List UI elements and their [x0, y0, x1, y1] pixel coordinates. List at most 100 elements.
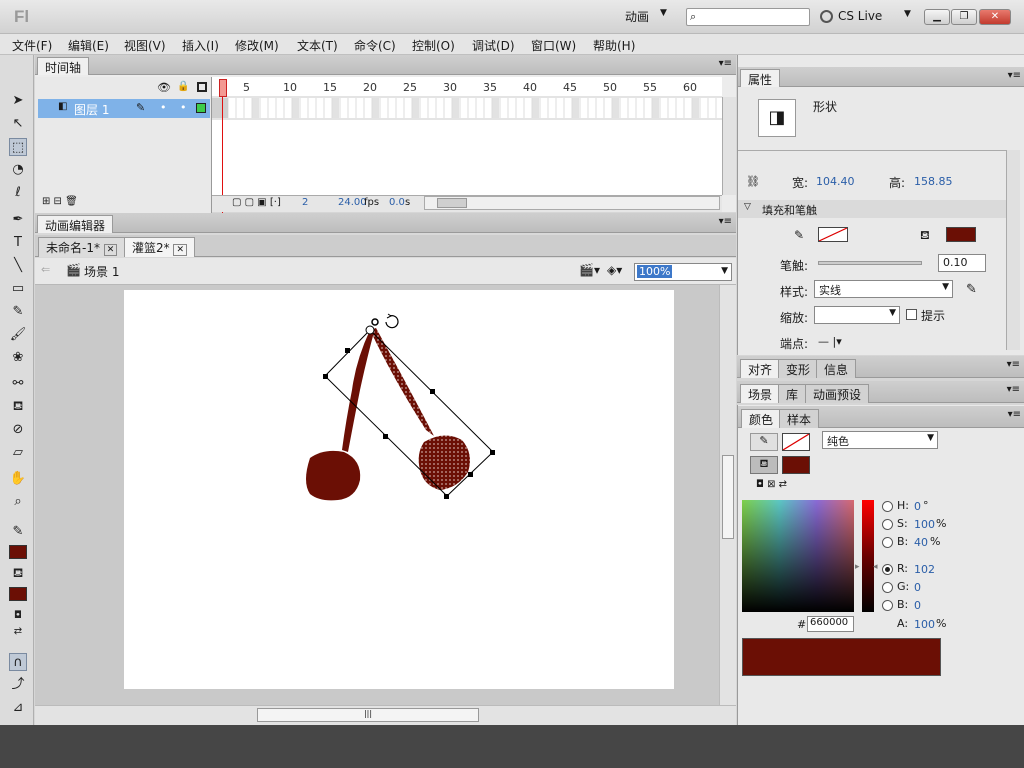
style-select[interactable]: 实线 ▼	[814, 280, 953, 298]
cs-live-button[interactable]: CS Live	[838, 9, 882, 23]
fill-color-swatch[interactable]	[9, 587, 27, 601]
scene-name[interactable]: 场景 1	[84, 263, 119, 280]
blue-radio[interactable]	[882, 600, 893, 611]
search-input[interactable]: ⌕	[686, 8, 810, 26]
frame-grid[interactable]	[212, 77, 722, 195]
zoom-tool-icon[interactable]: ⌕	[9, 493, 27, 511]
stroke-color-chip[interactable]	[782, 433, 810, 451]
b-value[interactable]: 40	[914, 536, 928, 549]
subselection-tool-icon[interactable]: ↖	[9, 115, 27, 133]
panel-menu-icon[interactable]: ▾≡	[719, 58, 732, 69]
menu-commands[interactable]: 命令(C)	[354, 37, 396, 54]
text-tool-icon[interactable]: T	[9, 234, 27, 252]
hex-field[interactable]: 660000	[807, 616, 854, 632]
r-radio[interactable]	[882, 564, 893, 575]
outline-icon[interactable]	[197, 82, 207, 92]
menu-text[interactable]: 文本(T)	[297, 37, 338, 54]
chevron-down-icon[interactable]: ▼	[904, 9, 911, 19]
scroll-thumb[interactable]: |||	[257, 708, 479, 722]
outline-color-box[interactable]	[196, 103, 206, 113]
cap-select[interactable]: — |▾	[818, 335, 842, 348]
deco-tool-icon[interactable]: ❀	[9, 349, 27, 367]
tab-motion-presets[interactable]: 动画预设	[805, 384, 870, 403]
alpha-value[interactable]: 100	[914, 618, 935, 631]
eyedropper-tool-icon[interactable]: ⊘	[9, 421, 27, 439]
paint-bucket-tool-icon[interactable]: ⛾	[9, 398, 27, 416]
straighten-icon[interactable]: ⊿	[9, 699, 27, 717]
tab-color[interactable]: 颜色	[741, 409, 782, 428]
tab-info[interactable]: 信息	[816, 359, 857, 378]
height-value[interactable]: 158.85	[914, 175, 953, 188]
tab-swatches[interactable]: 样本	[779, 409, 820, 428]
new-layer-icon[interactable]: ⊞ ⊟ 🗑	[42, 196, 78, 207]
fps-value[interactable]: 24.00	[338, 197, 367, 208]
tab-transform[interactable]: 变形	[778, 359, 819, 378]
slider-arrow-icon[interactable]: ▸	[855, 562, 860, 572]
selection-tool-icon[interactable]: ➤	[9, 92, 27, 110]
close-button[interactable]: ✕	[979, 9, 1011, 25]
minimize-button[interactable]: ▁	[924, 9, 950, 25]
chevron-down-icon[interactable]: ▼	[721, 266, 728, 276]
fill-stroke-section[interactable]: ▽ 填充和笔触	[738, 200, 1006, 218]
chevron-down-icon[interactable]: ▼	[660, 8, 667, 18]
panel-menu-icon[interactable]: ▾≡	[1007, 359, 1020, 370]
bone-tool-icon[interactable]: ⚯	[9, 375, 27, 393]
swap-colors-icon[interactable]: ⇄	[9, 623, 27, 641]
onion-skin-icons[interactable]: ▢ ▢ ▣ [·]	[232, 197, 281, 208]
menu-control[interactable]: 控制(O)	[412, 37, 455, 54]
scale-select[interactable]: ▼	[814, 306, 900, 324]
snap-magnet-icon[interactable]: ∩	[9, 653, 27, 671]
menu-insert[interactable]: 插入(I)	[182, 37, 219, 54]
layer-name[interactable]: 图层 1	[74, 101, 109, 118]
default-colors-icon[interactable]: ◘ ⊠ ⇄	[756, 479, 787, 490]
brightness-slider[interactable]	[862, 500, 874, 612]
artwork[interactable]	[124, 290, 674, 689]
pencil-tool-icon[interactable]: ✎	[9, 303, 27, 321]
zoom-select[interactable]: 100% ▼	[634, 263, 732, 281]
timeline-hscroll[interactable]	[424, 196, 720, 210]
panel-menu-icon[interactable]: ▾≡	[1008, 409, 1021, 420]
maximize-button[interactable]: ❐	[951, 9, 977, 25]
tab-timeline[interactable]: 时间轴	[37, 57, 90, 75]
3d-rotation-tool-icon[interactable]: ◔	[9, 161, 27, 179]
stage-hscroll[interactable]: |||	[35, 705, 736, 725]
doc-tab-untitled[interactable]: 未命名-1* ✕	[38, 237, 126, 257]
stroke-color-swatch[interactable]	[9, 545, 27, 559]
stroke-field[interactable]: 0.10	[938, 254, 986, 272]
menu-view[interactable]: 视图(V)	[124, 37, 166, 54]
g-value[interactable]: 0	[914, 581, 921, 594]
scroll-thumb[interactable]	[437, 198, 467, 208]
lock-icon[interactable]: 🔒	[177, 81, 189, 92]
menu-file[interactable]: 文件(F)	[12, 37, 52, 54]
lasso-tool-icon[interactable]: ℓ	[9, 184, 27, 202]
tab-motion-editor[interactable]: 动画编辑器	[37, 215, 114, 233]
free-transform-tool-icon[interactable]: ⬚	[9, 138, 27, 156]
menu-modify[interactable]: 修改(M)	[235, 37, 279, 54]
smooth-icon[interactable]: ⤴	[9, 676, 27, 694]
tab-scene[interactable]: 场景	[740, 384, 781, 403]
r-value[interactable]: 102	[914, 563, 935, 576]
s-value[interactable]: 100	[914, 518, 935, 531]
visibility-dot[interactable]: •	[160, 101, 167, 114]
layer-row[interactable]: ◧ 图层 1 ✎ • •	[38, 99, 210, 118]
h-value[interactable]: 0	[914, 500, 921, 513]
g-radio[interactable]	[882, 582, 893, 593]
edit-stroke-icon[interactable]: ✎	[966, 282, 977, 297]
hint-checkbox[interactable]	[906, 309, 917, 320]
hand-tool-icon[interactable]: ✋	[9, 470, 27, 488]
line-tool-icon[interactable]: ╲	[9, 257, 27, 275]
current-frame[interactable]: 2	[302, 197, 308, 208]
stage-vscroll[interactable]	[719, 285, 736, 705]
color-spectrum[interactable]	[742, 500, 854, 612]
tab-align[interactable]: 对齐	[740, 359, 781, 378]
back-arrow-icon[interactable]: ⇐	[41, 263, 50, 276]
menu-debug[interactable]: 调试(D)	[472, 37, 515, 54]
eye-icon[interactable]: 👁	[157, 81, 171, 94]
eraser-tool-icon[interactable]: ▱	[9, 444, 27, 462]
tab-properties[interactable]: 属性	[740, 69, 781, 87]
b-radio[interactable]	[882, 537, 893, 548]
close-icon[interactable]: ✕	[103, 244, 118, 256]
slider-arrow-icon[interactable]: ◂	[873, 562, 878, 572]
panel-menu-icon[interactable]: ▾≡	[1008, 70, 1021, 81]
panel-menu-icon[interactable]: ▾≡	[1007, 384, 1020, 395]
